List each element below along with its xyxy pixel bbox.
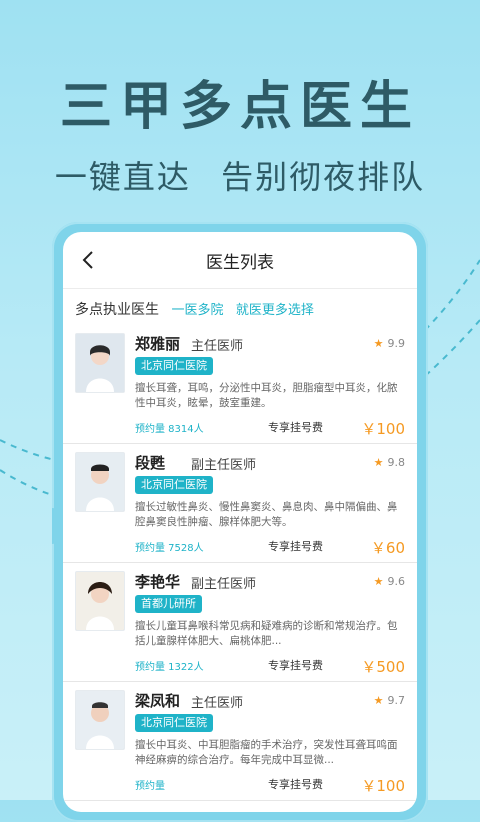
fee-label: 专享挂号费 xyxy=(268,540,323,553)
doctor-specialty: 擅长儿童耳鼻喉科常见病和疑难病的诊断和常规治疗。包括儿童腺样体肥大、扁桃体肥..… xyxy=(135,620,398,647)
doctor-card[interactable]: 段甦 副主任医师 ★ 9.8 北京同仁医院 擅长过敏性鼻炎、慢性鼻窦炎、鼻息肉、鼻… xyxy=(63,444,417,563)
star-icon: ★ xyxy=(373,575,384,588)
fee-label: 专享挂号费 xyxy=(268,421,323,434)
rating-value: 9.8 xyxy=(387,456,406,469)
doctor-title: 副主任医师 xyxy=(191,577,257,592)
fee-value: ￥100 xyxy=(361,420,405,438)
doctor-card[interactable]: 李艳华 副主任医师 ★ 9.6 首都儿研所 擅长儿童耳鼻喉科常见病和疑难病的诊断和… xyxy=(63,563,417,682)
fee-value: ￥500 xyxy=(361,658,405,676)
star-icon: ★ xyxy=(373,694,384,707)
rating-value: 9.7 xyxy=(387,694,406,707)
doctor-title: 主任医师 xyxy=(191,339,244,354)
doctor-card[interactable]: 郑雅丽 主任医师 ★ 9.9 北京同仁医院 擅长耳聋，耳鸣，分泌性中耳炎，胆脂瘤型… xyxy=(63,325,417,444)
doctor-rating: ★ 9.6 xyxy=(374,575,405,588)
appointment-count: 预约量 xyxy=(135,781,165,792)
subhead-label: 多点执业医生 xyxy=(75,302,159,318)
doctor-avatar xyxy=(75,333,125,393)
star-icon: ★ xyxy=(373,337,384,350)
hospital-badge: 北京同仁医院 xyxy=(135,476,213,494)
doctor-list-subhead: 多点执业医生 一医多院 就医更多选择 xyxy=(63,289,417,325)
hospital-badge: 北京同仁医院 xyxy=(135,714,213,732)
chevron-left-icon xyxy=(82,251,93,269)
doctor-title: 主任医师 xyxy=(191,696,244,711)
back-button[interactable] xyxy=(77,248,101,272)
doctor-avatar xyxy=(75,571,125,631)
doctor-name: 梁凤和 xyxy=(135,692,181,710)
hospital-badge: 北京同仁医院 xyxy=(135,357,213,375)
doctor-name: 段甦 xyxy=(135,454,166,472)
subline: 一键直达 告别彻夜排队 xyxy=(54,158,426,196)
fee-value: ￥60 xyxy=(370,539,405,557)
fee-label: 专享挂号费 xyxy=(268,659,323,672)
rating-value: 9.6 xyxy=(387,575,406,588)
headline: 三甲多点医生 xyxy=(59,77,420,137)
page-title: 医生列表 xyxy=(206,252,274,273)
rating-value: 9.9 xyxy=(387,337,406,350)
fee-value: ￥100 xyxy=(361,777,405,795)
doctor-rating: ★ 9.9 xyxy=(374,337,405,350)
appointment-count: 预约量 1322人 xyxy=(135,662,204,673)
doctor-specialty: 擅长过敏性鼻炎、慢性鼻窦炎、鼻息肉、鼻中隔偏曲、鼻腔鼻窦良性肿瘤、腺样体肥大等。 xyxy=(135,501,398,528)
doctor-name: 郑雅丽 xyxy=(135,335,181,353)
doctor-avatar xyxy=(75,452,125,512)
subhead-tag: 一医多院 xyxy=(171,303,224,318)
navigation-bar: 医生列表 xyxy=(63,232,417,289)
phone-screen: 医生列表 多点执业医生 一医多院 就医更多选择 郑雅丽 主任医师 ★ 9.9 北京… xyxy=(63,232,417,812)
appointment-count: 预约量 8314人 xyxy=(135,424,204,435)
hospital-badge: 首都儿研所 xyxy=(135,595,202,613)
doctor-specialty: 擅长中耳炎、中耳胆脂瘤的手术治疗，突发性耳聋耳鸣面神经麻痹的综合治疗。每年完成中… xyxy=(135,739,398,766)
doctor-card[interactable]: 梁凤和 主任医师 ★ 9.7 北京同仁医院 擅长中耳炎、中耳胆脂瘤的手术治疗，突发… xyxy=(63,682,417,801)
doctor-rating: ★ 9.8 xyxy=(374,456,405,469)
appointment-count: 预约量 7528人 xyxy=(135,543,204,554)
fee-label: 专享挂号费 xyxy=(268,778,323,791)
doctor-rating: ★ 9.7 xyxy=(374,694,405,707)
star-icon: ★ xyxy=(373,456,384,469)
doctor-specialty: 擅长耳聋，耳鸣，分泌性中耳炎，胆脂瘤型中耳炎，化脓性中耳炎，眩晕，鼓室重建。 xyxy=(135,382,398,409)
doctor-avatar xyxy=(75,690,125,750)
doctor-name: 李艳华 xyxy=(135,573,181,591)
subhead-tag: 就医更多选择 xyxy=(235,303,314,318)
doctor-title: 副主任医师 xyxy=(191,458,257,473)
